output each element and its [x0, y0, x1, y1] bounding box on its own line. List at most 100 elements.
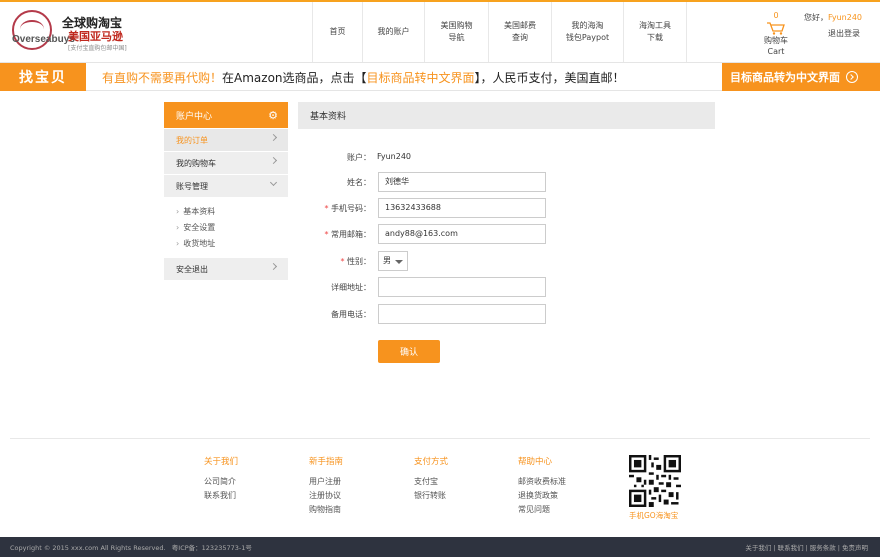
bottom-link-about[interactable]: 关于我们	[745, 544, 771, 552]
sidebar-submenu: 基本资料 安全设置 收货地址	[164, 197, 288, 257]
banner-slogan-part: 在Amazon选商品，点击【	[222, 71, 367, 85]
email-field[interactable]: andy88@163.com	[378, 224, 546, 244]
chevron-down-icon	[269, 178, 278, 187]
footer-link[interactable]: 常见问题	[518, 503, 566, 517]
greeting-text: 您好，	[804, 13, 828, 22]
footer-link[interactable]: 联系我们	[204, 489, 238, 503]
cart-count: 0	[773, 11, 779, 20]
footer-col-guide: 新手指南 用户注册 注册协议 购物指南	[309, 455, 343, 517]
banner-slogan-end: 】，人民币支付，美国直邮！	[474, 71, 625, 85]
copyright: Copyright © 2015 xxx.com All Rights Rese…	[10, 542, 252, 552]
bottom-link-disclaimer[interactable]: 免责声明	[842, 544, 868, 552]
footer-col-about: 关于我们 公司简介 联系我们	[204, 455, 238, 503]
mobile-row: * 手机号码： 13632433688	[298, 198, 715, 218]
nav-home-label: 首页	[329, 27, 346, 36]
nav-us-shopping-label-2: 导航	[448, 33, 465, 42]
main-nav: 首页 我的账户 美国购物 导航 美国邮费查询 我的海淘钱包Paypot 海淘工具下…	[312, 2, 687, 62]
sidebar-title: 账户中心	[176, 111, 213, 122]
sidebar-item-account-management[interactable]: 账号管理	[164, 175, 288, 197]
username-link[interactable]: Fyun240	[828, 13, 862, 22]
find-treasure-button[interactable]: 找宝贝	[0, 63, 86, 91]
gender-select[interactable]: 男	[378, 251, 408, 271]
address-field[interactable]	[378, 277, 546, 297]
footer-col-title: 支付方式	[414, 457, 449, 467]
confirm-button[interactable]: 确认	[378, 340, 440, 363]
cart-label-en: Cart	[767, 47, 785, 56]
footer-link[interactable]: 退换货政策	[518, 489, 566, 503]
email-row: * 常用邮箱： andy88@163.com	[298, 224, 715, 244]
sidebar-sub-security[interactable]: 安全设置	[176, 219, 288, 235]
arrow-right-circle-icon	[846, 71, 858, 83]
footer-link[interactable]: 用户注册	[309, 475, 343, 489]
footer-link[interactable]: 银行转账	[414, 489, 448, 503]
footer-link[interactable]: 公司简介	[204, 475, 238, 489]
nav-tools-label-1: 海淘工具	[639, 21, 671, 30]
account-label: 账户：	[347, 153, 371, 162]
mobile-field[interactable]: 13632433688	[378, 198, 546, 218]
backup-phone-row: 备用电话：	[298, 304, 715, 324]
sidebar-item-label: 我的购物车	[176, 158, 216, 168]
email-label: * 常用邮箱：	[324, 230, 371, 239]
translate-product-label: 目标商品转为中文界面	[730, 71, 840, 84]
mobile-label: * 手机号码：	[324, 204, 371, 213]
sidebar-item-my-orders[interactable]: 我的订单	[164, 129, 288, 151]
logo-tagline: [支付宝直购包邮中国]	[68, 45, 127, 52]
bottom-link-terms[interactable]: 服务条款	[810, 544, 836, 552]
banner-slogan: 有直购不需要再代购！在Amazon选商品，点击【目标商品转中文界面】，人民币支付…	[102, 69, 625, 86]
nav-us-postage-label-1: 美国邮费	[504, 21, 536, 30]
nav-tools-download[interactable]: 海淘工具 下载	[623, 2, 687, 62]
bottom-bar: Copyright © 2015 xxx.com All Rights Rese…	[0, 537, 880, 557]
sidebar-item-my-cart[interactable]: 我的购物车	[164, 152, 288, 174]
address-row: 详细地址：	[298, 277, 715, 297]
site-header: Overseabuys 全球购淘宝 美国亚马逊 [支付宝直购包邮中国] 首页 我…	[0, 2, 880, 62]
account-row: 账户： Fyun240	[298, 147, 715, 167]
footer-col-title: 帮助中心	[518, 457, 553, 467]
sidebar-item-label: 账号管理	[176, 181, 208, 191]
banner-slogan-highlight: 有直购不需要再代购！	[102, 71, 223, 85]
backup-phone-field[interactable]	[378, 304, 546, 324]
site-logo[interactable]: Overseabuys 全球购淘宝 美国亚马逊 [支付宝直购包邮中国]	[10, 10, 140, 56]
banner-slogan-link: 目标商品转中文界面	[366, 71, 475, 85]
sidebar-header: 账户中心 ⚙	[164, 102, 288, 128]
address-label: 详细地址：	[331, 283, 371, 292]
footer-col-title: 关于我们	[204, 457, 239, 467]
logo-english-text: Overseabuys	[12, 34, 75, 45]
footer-link[interactable]: 邮资收费标准	[518, 475, 566, 489]
qr-label: 手机GO海淘宝	[629, 511, 679, 520]
footer-link[interactable]: 购物指南	[309, 503, 343, 517]
footer-link[interactable]: 支付宝	[414, 475, 448, 489]
footer-divider	[10, 438, 870, 439]
sidebar-sub-basic-info[interactable]: 基本资料	[176, 203, 288, 219]
nav-my-account[interactable]: 我的账户	[362, 2, 424, 62]
copyright-text: Copyright © 2015 xxx.com All Rights Rese…	[10, 544, 166, 552]
name-label: 姓名：	[347, 178, 371, 187]
bottom-links: 关于我们 | 联系我们 | 服务条款 | 免责声明	[745, 544, 868, 552]
account-value: Fyun240	[377, 152, 412, 161]
gear-icon: ⚙	[268, 109, 278, 122]
nav-wallet-label-2: 钱包Paypot	[565, 33, 610, 42]
nav-us-postage[interactable]: 美国邮费 查询	[488, 2, 551, 62]
sidebar-item-label: 安全退出	[176, 264, 208, 274]
gender-row: * 性别： 男	[298, 251, 715, 271]
nav-wallet-label-1: 我的海淘	[571, 21, 604, 30]
chevron-right-icon	[269, 156, 278, 165]
backup-phone-label: 备用电话：	[331, 310, 371, 319]
name-field[interactable]: 刘德华	[378, 172, 546, 192]
sidebar-item-safe-logout[interactable]: 安全退出	[164, 258, 288, 280]
qr-code-icon	[629, 455, 681, 507]
name-row: 姓名： 刘德华	[298, 172, 715, 192]
translate-product-button[interactable]: 目标商品转为中文界面	[722, 63, 880, 91]
nav-us-postage-label-2: 查询	[512, 33, 528, 42]
chevron-right-icon	[269, 133, 278, 142]
nav-home[interactable]: 首页	[312, 2, 362, 62]
nav-tools-label-2: 下载	[647, 33, 663, 42]
footer-col-title: 新手指南	[309, 457, 344, 467]
cart-button[interactable]: 0 购物车 Cart	[760, 10, 792, 57]
user-greeting: 您好，Fyun240	[804, 12, 862, 23]
footer-link[interactable]: 注册协议	[309, 489, 343, 503]
sidebar-sub-address[interactable]: 收货地址	[176, 235, 288, 251]
nav-us-shopping[interactable]: 美国购物 导航	[424, 2, 488, 62]
bottom-link-contact[interactable]: 联系我们	[778, 544, 804, 552]
logout-link[interactable]: 退出登录	[828, 28, 860, 39]
nav-wallet[interactable]: 我的海淘钱包Paypot	[551, 2, 623, 62]
